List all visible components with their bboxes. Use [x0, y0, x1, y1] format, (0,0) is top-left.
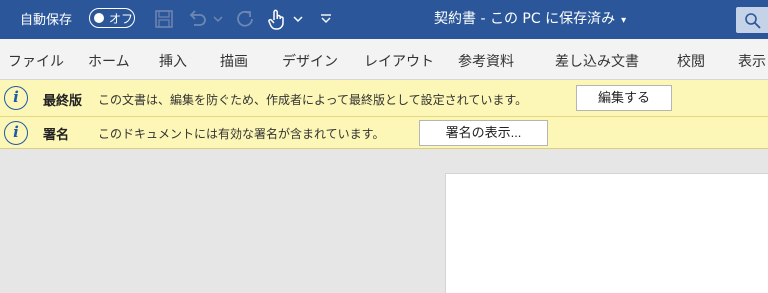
signature-message-bar: i 署名 このドキュメントには有効な署名が含まれています。 署名の表示... [0, 117, 768, 149]
document-page[interactable] [445, 173, 768, 293]
info-icon: i [4, 121, 28, 145]
ribbon-tab-bar: ファイル ホーム 挿入 描画 デザイン レイアウト 参考資料 差し込み文書 校閲… [0, 39, 768, 80]
customize-qat-icon[interactable] [318, 6, 334, 32]
autosave-label: 自動保存 [20, 13, 73, 28]
toggle-knob [94, 13, 104, 23]
edit-anyway-button[interactable]: 編集する [576, 85, 672, 111]
tab-review[interactable]: 校閲 [677, 51, 705, 71]
redo-icon[interactable] [232, 6, 258, 32]
save-icon[interactable] [152, 6, 176, 32]
tab-mailings[interactable]: 差し込み文書 [555, 51, 639, 71]
title-bar: 自動保存 オフ 契約書 - この PC に保存済み ▾ [0, 0, 768, 39]
info-icon: i [4, 86, 28, 110]
search-icon [745, 13, 761, 29]
tab-layout[interactable]: レイアウト [364, 51, 434, 71]
tab-insert[interactable]: 挿入 [159, 51, 187, 71]
undo-icon[interactable] [184, 6, 210, 32]
tab-home[interactable]: ホーム [88, 51, 130, 71]
tab-design[interactable]: デザイン [282, 51, 338, 71]
document-title[interactable]: 契約書 - この PC に保存済み ▾ [434, 8, 626, 28]
touch-mode-icon[interactable] [265, 6, 287, 32]
view-signatures-button[interactable]: 署名の表示... [419, 120, 548, 146]
document-title-text: 契約書 - この PC に保存済み [434, 11, 616, 27]
touch-mode-chevron-down-icon[interactable] [291, 6, 305, 32]
autosave-toggle[interactable]: オフ [89, 8, 135, 28]
message-text: このドキュメントには有効な署名が含まれています。 [98, 127, 385, 141]
tab-file[interactable]: ファイル [8, 51, 64, 71]
toggle-state-label: オフ [109, 12, 134, 26]
document-canvas [0, 149, 768, 293]
search-box[interactable] [736, 7, 768, 33]
tab-draw[interactable]: 描画 [220, 51, 248, 71]
tab-references[interactable]: 参考資料 [458, 51, 514, 71]
message-text: この文書は、編集を防ぐため、作成者によって最終版として設定されています。 [98, 93, 528, 107]
message-title: 最終版 [43, 94, 83, 109]
title-caret-icon: ▾ [621, 15, 627, 26]
undo-dropdown-chevron-down-icon[interactable] [211, 6, 225, 32]
message-title: 署名 [43, 128, 70, 143]
tab-view[interactable]: 表示 [738, 51, 766, 71]
final-version-message-bar: i 最終版 この文書は、編集を防ぐため、作成者によって最終版として設定されていま… [0, 80, 768, 117]
